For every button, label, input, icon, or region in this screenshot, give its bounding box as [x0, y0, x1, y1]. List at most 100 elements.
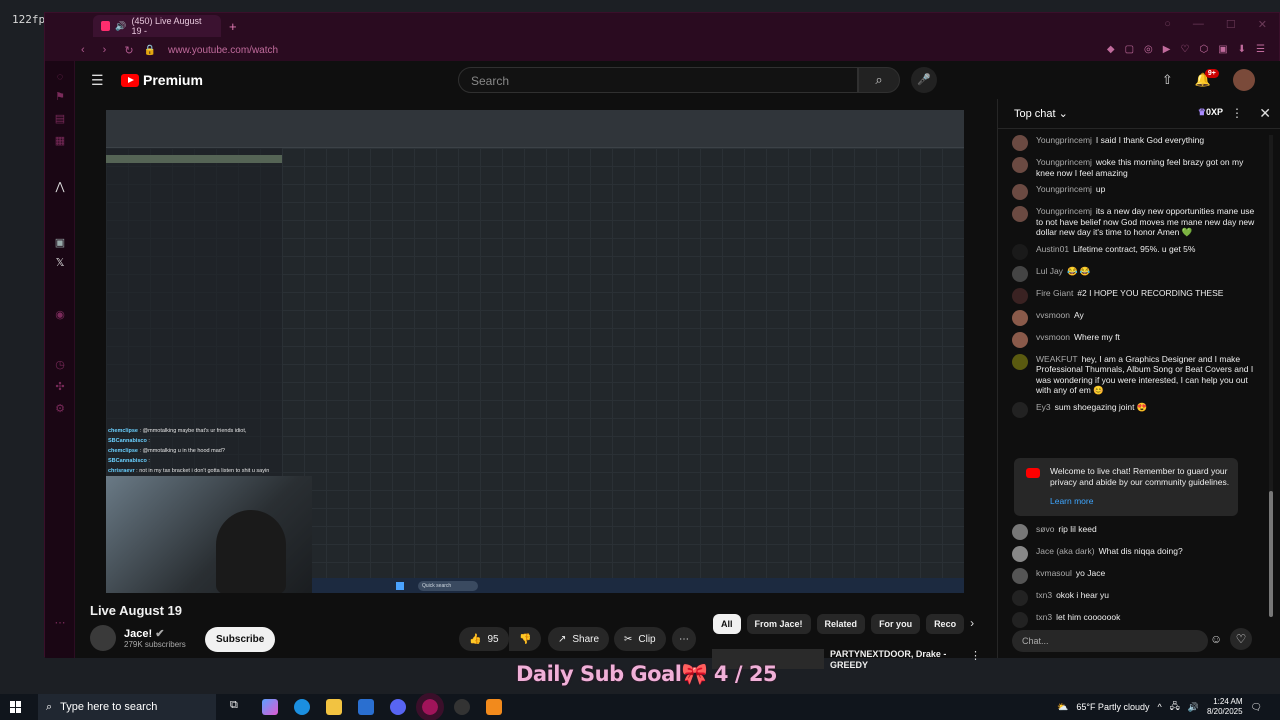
- screenshot-icon[interactable]: ▢: [1125, 44, 1134, 55]
- chip-all[interactable]: All: [713, 614, 741, 634]
- tab-title: (450) Live August 19 -: [131, 16, 202, 36]
- video-player[interactable]: chemclipse : @mmotalking maybe that's ur…: [106, 110, 964, 593]
- chip-related[interactable]: Related: [816, 614, 866, 634]
- minimize-icon[interactable]: —: [1193, 18, 1204, 31]
- chip-for-you[interactable]: For you: [871, 614, 921, 634]
- live-chat-header: Top chat ⌄ ♛0XP ⋮ ✕: [998, 99, 1280, 129]
- fps-counter: 122fp: [12, 13, 46, 26]
- extensions-icon[interactable]: ⬡: [1199, 44, 1208, 55]
- new-tab-icon[interactable]: +: [229, 19, 237, 34]
- network-icon[interactable]: 🖧: [1170, 699, 1180, 715]
- sidebar-media-icon[interactable]: ▣: [54, 237, 66, 249]
- file-explorer-icon[interactable]: [326, 699, 342, 715]
- sub-goal-overlay: Daily Sub Goal🎀 4 / 25: [516, 662, 778, 686]
- channel-name[interactable]: Jace!: [124, 628, 152, 640]
- back-icon[interactable]: ‹: [81, 44, 85, 57]
- rec-title[interactable]: PARTYNEXTDOOR, Drake - GREEDY: [830, 649, 960, 671]
- profile-icon[interactable]: ▣: [1218, 44, 1227, 55]
- emoji-icon[interactable]: ☺: [1210, 632, 1222, 646]
- clock[interactable]: 1:24 AM 8/20/2025: [1207, 697, 1243, 717]
- top-chat-dropdown[interactable]: Top chat ⌄: [1014, 107, 1068, 120]
- heart-reaction-icon[interactable]: ♡: [1230, 628, 1252, 650]
- clip-button[interactable]: ✂ Clip: [614, 627, 666, 651]
- upload-icon[interactable]: ⇧: [1162, 72, 1173, 88]
- mic-icon[interactable]: 🎤: [911, 67, 937, 93]
- sidebar-chat-icon[interactable]: ▤: [54, 113, 66, 125]
- bookmark-icon[interactable]: ◆: [1107, 44, 1115, 55]
- heart-icon[interactable]: ♡: [1180, 44, 1189, 55]
- account-avatar[interactable]: [1233, 69, 1255, 91]
- fl-studio-icon[interactable]: [486, 699, 502, 715]
- copilot-icon[interactable]: [262, 699, 278, 715]
- download-icon[interactable]: ⬇: [1238, 44, 1246, 55]
- discord-icon[interactable]: [390, 699, 406, 715]
- obs-icon[interactable]: [454, 699, 470, 715]
- youtube-logo[interactable]: Premium: [121, 72, 203, 88]
- search-icon: ⌕: [46, 700, 53, 713]
- settings-icon[interactable]: ⚙: [54, 403, 66, 415]
- url-field[interactable]: www.youtube.com/watch: [168, 45, 278, 56]
- notifications-icon[interactable]: 🔔 9+: [1195, 69, 1219, 88]
- learn-more-link[interactable]: Learn more: [1050, 496, 1230, 507]
- windows-start-icon[interactable]: [10, 701, 22, 713]
- more-actions-button[interactable]: ⋯: [672, 627, 696, 651]
- store-icon[interactable]: [358, 699, 374, 715]
- share-button[interactable]: ↗ Share: [548, 627, 610, 651]
- notifications-center-icon[interactable]: 🗨: [1251, 702, 1262, 713]
- stream-taskbar: Quick search: [312, 578, 964, 593]
- x-icon[interactable]: 𝕏: [54, 257, 66, 269]
- maximize-icon[interactable]: ☐: [1226, 18, 1236, 31]
- like-count: 95: [487, 633, 499, 645]
- reload-icon[interactable]: ↻: [124, 44, 133, 57]
- subscribe-button[interactable]: Subscribe: [205, 627, 276, 652]
- weather-text[interactable]: 65°F Partly cloudy: [1076, 702, 1149, 712]
- search-input[interactable]: Search: [458, 67, 858, 93]
- menu-icon[interactable]: ☰: [1256, 44, 1265, 55]
- like-button[interactable]: 👍 95: [459, 627, 509, 651]
- shield-icon[interactable]: ◎: [1144, 44, 1153, 55]
- channel-avatar[interactable]: [90, 625, 116, 651]
- search-button[interactable]: ⌕: [858, 67, 900, 93]
- notif-badge: 9+: [1204, 69, 1219, 78]
- sidebar-flag-icon[interactable]: ⚑: [54, 91, 66, 103]
- chat-scrollbar[interactable]: [1269, 135, 1273, 617]
- search-tabs-icon[interactable]: ○: [1164, 18, 1171, 31]
- dislike-button[interactable]: 👎: [509, 627, 542, 651]
- close-chat-icon[interactable]: ✕: [1259, 105, 1271, 122]
- sidebar-tab-icon[interactable]: ◌: [54, 71, 66, 83]
- chat-messages: Youngprincemj I said I thank God everythi…: [1012, 135, 1258, 424]
- thumbs-up-icon: 👍: [469, 633, 482, 645]
- hamburger-icon[interactable]: ☰: [91, 72, 105, 89]
- forward-icon[interactable]: ›: [103, 44, 107, 57]
- sidebar-more-icon[interactable]: ⋯: [54, 617, 66, 629]
- sidebar-puzzle-icon[interactable]: ✣: [54, 381, 66, 393]
- browser-tab[interactable]: 🔊 (450) Live August 19 -: [93, 15, 221, 37]
- rec-more-icon[interactable]: ⋮: [970, 649, 981, 662]
- chip-recently[interactable]: Reco: [926, 614, 965, 634]
- windows-taskbar: ⌕ Type here to search ⧉ ⛅ 65°F Partly cl…: [0, 693, 1280, 720]
- chip-from-channel[interactable]: From Jace!: [746, 614, 811, 634]
- chat-input[interactable]: Chat...: [1012, 630, 1208, 652]
- sidebar-app-icon[interactable]: ⋀: [54, 181, 66, 193]
- sidebar-twitch-icon[interactable]: ▦: [54, 135, 66, 147]
- taskbar-search[interactable]: ⌕ Type here to search: [38, 694, 216, 720]
- stream-chat-overlay: chemclipse : @mmotalking maybe that's ur…: [108, 428, 270, 474]
- chat-menu-icon[interactable]: ⋮: [1231, 106, 1243, 120]
- sidebar-clock-icon[interactable]: ◷: [54, 359, 66, 371]
- chat-message: Jace (aka dark) What dis niqqa doing?: [1012, 546, 1258, 562]
- chat-message: Fire Giant #2 I HOPE YOU RECORDING THESE: [1012, 287, 1258, 304]
- crown-icon: ♛: [1197, 107, 1206, 117]
- xp-badge[interactable]: ♛0XP: [1198, 107, 1223, 118]
- task-view-icon[interactable]: ⧉: [230, 699, 246, 715]
- sidebar-circle-icon[interactable]: ◉: [54, 309, 66, 321]
- edge-icon[interactable]: [294, 699, 310, 715]
- volume-icon[interactable]: 🔊: [1188, 702, 1199, 713]
- chips-next-icon[interactable]: ›: [970, 614, 974, 634]
- tray-expand-icon[interactable]: ^: [1157, 702, 1161, 712]
- play-icon[interactable]: ▶: [1163, 44, 1171, 55]
- tab-bar: 🔊 (450) Live August 19 - + ○ — ☐ ✕: [45, 13, 1279, 39]
- opera-icon[interactable]: [416, 693, 444, 720]
- weather-icon[interactable]: ⛅: [1057, 702, 1068, 713]
- close-window-icon[interactable]: ✕: [1258, 18, 1267, 31]
- chat-message: txn3 okok i hear yu: [1012, 590, 1258, 606]
